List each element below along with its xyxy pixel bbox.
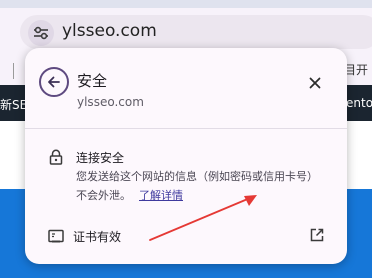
external-link-icon[interactable] bbox=[309, 227, 325, 243]
connection-secure-description: 您发送给这个网站的信息（例如密码或信用卡号）不会外泄。 了解详情 bbox=[76, 167, 326, 205]
bookmark-item[interactable]: 目开 bbox=[344, 61, 368, 78]
connection-description-text: 您发送给这个网站的信息（例如密码或信用卡号）不会外泄。 bbox=[76, 170, 318, 202]
back-button[interactable] bbox=[39, 67, 69, 97]
bookmarks-separator bbox=[13, 63, 14, 79]
close-icon bbox=[309, 77, 321, 89]
site-nav-item[interactable]: ento bbox=[346, 96, 372, 110]
close-button[interactable] bbox=[304, 72, 326, 94]
popup-domain: ylsseo.com bbox=[77, 95, 144, 109]
site-info-button[interactable] bbox=[28, 20, 54, 46]
site-settings-icon bbox=[34, 26, 48, 40]
address-bar-url[interactable]: ylsseo.com bbox=[62, 21, 157, 41]
certificate-valid-label[interactable]: 证书有效 bbox=[73, 228, 121, 245]
lock-icon bbox=[49, 149, 63, 165]
connection-secure-title: 连接安全 bbox=[76, 151, 125, 165]
site-info-popup: 安全 ylsseo.com 连接安全 您发送给这个网站的信息（例如密码或信用卡号… bbox=[25, 48, 347, 264]
learn-more-link[interactable]: 了解详情 bbox=[139, 189, 183, 202]
popup-title: 安全 bbox=[77, 72, 108, 90]
popup-divider bbox=[25, 128, 347, 129]
certificate-icon bbox=[48, 229, 64, 243]
back-arrow-icon bbox=[48, 76, 60, 88]
title-bar-strip bbox=[0, 0, 372, 8]
